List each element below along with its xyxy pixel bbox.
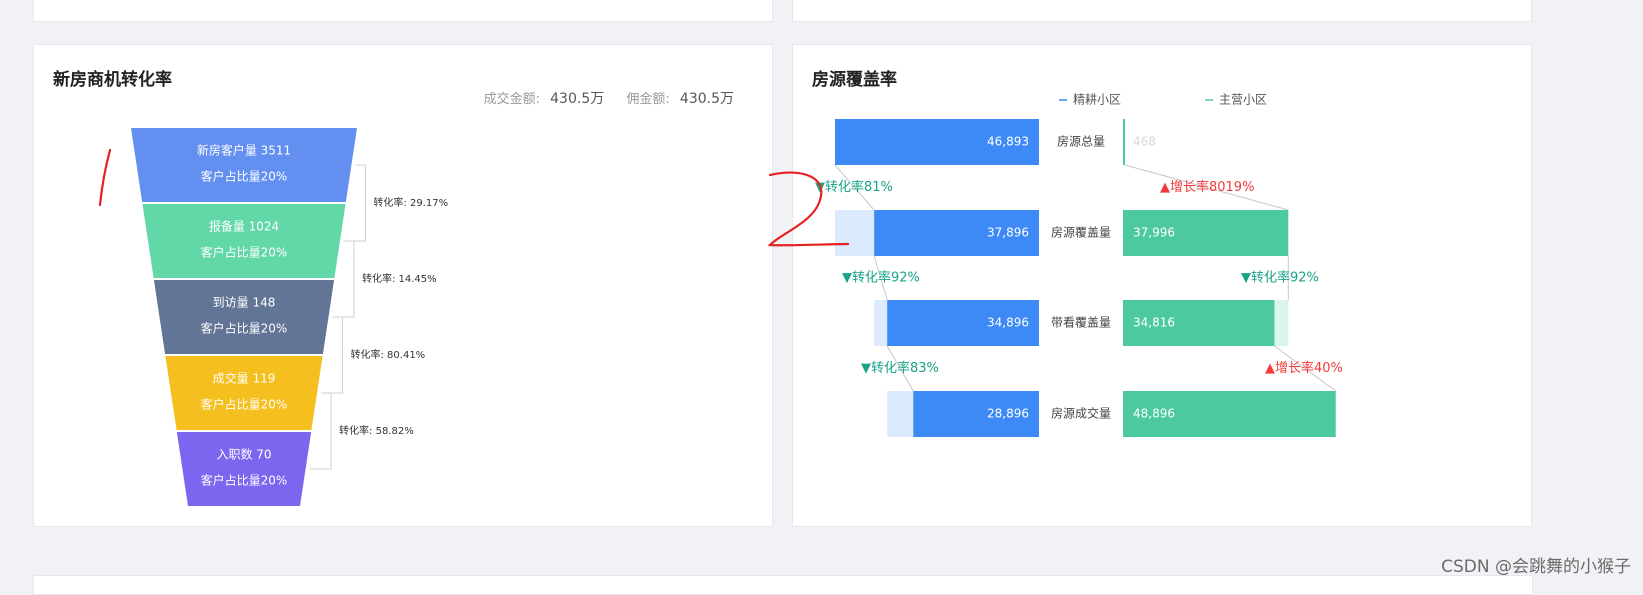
conversion-rate-label: 转化率: 58.82% [339,424,414,437]
category-label: 带看覆盖量 [1051,316,1111,330]
funnel-stage-share: 客户占比量20% [201,169,288,184]
funnel-stage-share: 客户占比量20% [201,245,288,260]
funnel-stage-share: 客户占比量20% [201,321,288,336]
top-right-card [792,0,1532,22]
left-rate-label: ▼转化率81% [815,179,893,195]
funnel-card: 新房商机转化率 成交金额: 430.5万 佣金额: 430.5万 新房客户量 3… [33,44,773,527]
bar-value-right: 48,896 [1133,407,1175,421]
funnel-stage-label: 成交量 119 [213,371,276,386]
bar-value-right: 34,816 [1133,316,1175,330]
category-label: 房源总量 [1057,134,1105,149]
funnel-stage-share: 客户占比量20% [201,473,288,488]
right-rate-label: ▼转化率92% [1241,270,1319,286]
conversion-rate-label: 转化率: 14.45% [362,272,437,285]
bar-value-right: 468 [1133,135,1156,149]
top-left-card [33,0,773,22]
funnel-stage [142,204,346,278]
coverage-chart: 精耕小区 主营小区 46,893 房源总量 468 37,896 房源覆盖量 37,996 34… [815,92,1343,437]
funnel-stage-label: 新房客户量 3511 [197,143,291,158]
conversion-rate-label: 转化率: 80.41% [351,348,426,361]
legend-label: 主营小区 [1219,93,1267,107]
funnel-stage-share: 客户占比量20% [201,397,288,412]
category-label: 房源覆盖量 [1051,225,1111,240]
bar-right [1123,119,1126,165]
bar-value-left: 37,896 [987,226,1029,240]
coverage-card: 房源覆盖率 精耕小区 主营小区 46,893 房源总量 468 37,896 房源覆盖量 37… [792,44,1532,527]
funnel-stage [176,432,312,506]
bar-value-left: 34,896 [987,316,1029,330]
left-rate-label: ▼转化率83% [861,360,939,376]
funnel-stage-label: 到访量 148 [213,296,276,310]
bar-ghost-left [835,210,875,256]
funnel-stage [131,128,357,202]
legend-label: 精耕小区 [1073,92,1121,107]
funnel-stage-label: 报备量 1024 [209,219,279,234]
bar-ghost-right [1274,300,1289,346]
watermark: CSDN @会跳舞的小猴子 [1441,557,1631,577]
funnel-stage [165,356,323,430]
bar-value-left: 46,893 [987,135,1029,149]
bar-ghost-left [887,391,914,437]
funnel-stage-label: 入职数 70 [216,447,271,462]
funnel-chart: 新房客户量 3511 客户占比量20% 报备量 1024 客户占比量20% 到访量 14… [131,128,448,506]
right-rate-label: ▲增长率8019% [1160,179,1254,195]
left-rate-label: ▼转化率92% [842,270,920,286]
category-label: 房源成交量 [1051,406,1111,421]
bar-ghost-left [874,300,888,346]
right-rate-label: ▲增长率40% [1265,360,1343,376]
conversion-rate-label: 转化率: 29.17% [373,196,448,209]
bar-value-left: 28,896 [987,407,1029,421]
funnel-stage [153,280,335,354]
bar-value-right: 37,996 [1133,226,1175,240]
bottom-card [33,575,1533,595]
